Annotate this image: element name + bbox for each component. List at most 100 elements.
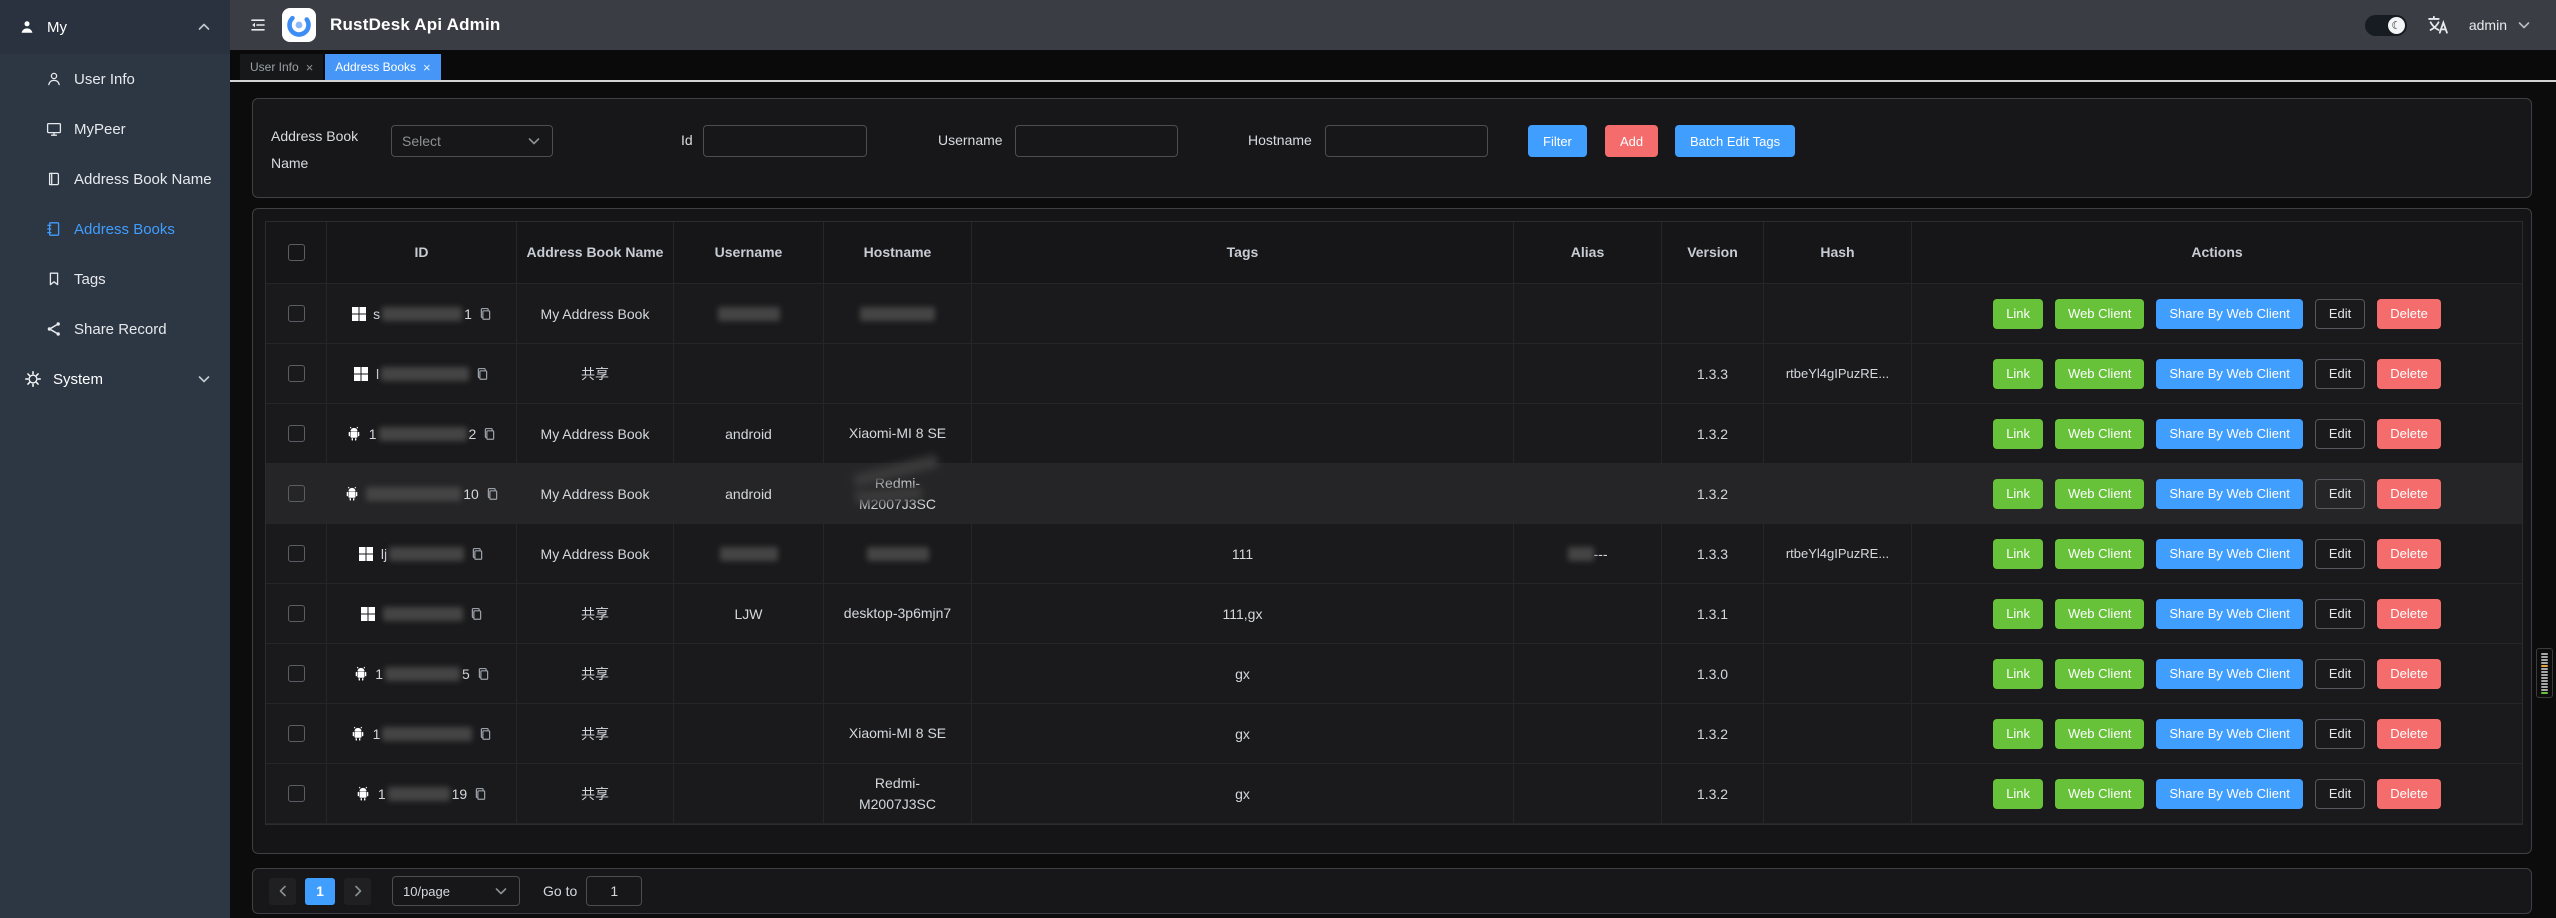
version-cell bbox=[1662, 284, 1764, 344]
edit-button[interactable]: Edit bbox=[2315, 479, 2365, 509]
share-by-web-client-button[interactable]: Share By Web Client bbox=[2156, 299, 2302, 329]
translate-icon[interactable] bbox=[2427, 14, 2449, 36]
web-client-button[interactable]: Web Client bbox=[2055, 359, 2144, 389]
copy-icon[interactable] bbox=[469, 606, 484, 622]
filter-button[interactable]: Filter bbox=[1528, 125, 1587, 157]
scroll-indicator[interactable] bbox=[2536, 648, 2553, 698]
link-button[interactable]: Link bbox=[1993, 359, 2043, 389]
delete-button[interactable]: Delete bbox=[2377, 599, 2441, 629]
web-client-button[interactable]: Web Client bbox=[2055, 299, 2144, 329]
share-by-web-client-button[interactable]: Share By Web Client bbox=[2156, 479, 2302, 509]
web-client-button[interactable]: Web Client bbox=[2055, 479, 2144, 509]
page-size-select[interactable]: 10/page bbox=[392, 876, 520, 906]
row-checkbox[interactable] bbox=[288, 425, 305, 442]
sidebar-group-label: My bbox=[47, 19, 67, 36]
link-button[interactable]: Link bbox=[1993, 299, 2043, 329]
sidebar-item-address-books[interactable]: Address Books bbox=[0, 204, 230, 254]
sidebar-item-share-record[interactable]: Share Record bbox=[0, 304, 230, 354]
edit-button[interactable]: Edit bbox=[2315, 539, 2365, 569]
close-icon[interactable]: × bbox=[306, 61, 314, 74]
row-checkbox[interactable] bbox=[288, 485, 305, 502]
delete-button[interactable]: Delete bbox=[2377, 419, 2441, 449]
row-checkbox[interactable] bbox=[288, 545, 305, 562]
delete-button[interactable]: Delete bbox=[2377, 539, 2441, 569]
copy-icon[interactable] bbox=[473, 786, 488, 802]
row-checkbox[interactable] bbox=[288, 785, 305, 802]
edit-button[interactable]: Edit bbox=[2315, 719, 2365, 749]
sidebar-item-mypeer[interactable]: MyPeer bbox=[0, 104, 230, 154]
edit-button[interactable]: Edit bbox=[2315, 419, 2365, 449]
link-button[interactable]: Link bbox=[1993, 659, 2043, 689]
link-button[interactable]: Link bbox=[1993, 779, 2043, 809]
edit-button[interactable]: Edit bbox=[2315, 779, 2365, 809]
sidebar-item-tags[interactable]: Tags bbox=[0, 254, 230, 304]
sidebar-collapse-icon[interactable] bbox=[248, 15, 268, 35]
delete-button[interactable]: Delete bbox=[2377, 299, 2441, 329]
theme-toggle[interactable]: ☾ bbox=[2365, 15, 2407, 36]
copy-icon[interactable] bbox=[476, 666, 491, 682]
delete-button[interactable]: Delete bbox=[2377, 659, 2441, 689]
share-by-web-client-button[interactable]: Share By Web Client bbox=[2156, 719, 2302, 749]
page-number-button[interactable]: 1 bbox=[305, 878, 335, 905]
address-book-name-cell: 共享 bbox=[517, 704, 674, 764]
next-page-button[interactable] bbox=[344, 878, 371, 905]
tags-cell: 111 bbox=[972, 524, 1514, 584]
tab-address-books[interactable]: Address Books× bbox=[325, 54, 440, 80]
share-by-web-client-button[interactable]: Share By Web Client bbox=[2156, 659, 2302, 689]
hostname-input[interactable] bbox=[1325, 125, 1488, 157]
close-icon[interactable]: × bbox=[423, 61, 431, 74]
link-button[interactable]: Link bbox=[1993, 719, 2043, 749]
row-checkbox[interactable] bbox=[288, 725, 305, 742]
sidebar-item-system[interactable]: System bbox=[0, 354, 230, 404]
share-by-web-client-button[interactable]: Share By Web Client bbox=[2156, 779, 2302, 809]
share-by-web-client-button[interactable]: Share By Web Client bbox=[2156, 359, 2302, 389]
edit-button[interactable]: Edit bbox=[2315, 659, 2365, 689]
copy-icon[interactable] bbox=[470, 546, 485, 562]
sidebar-item-address-book-name[interactable]: Address Book Name bbox=[0, 154, 230, 204]
delete-button[interactable]: Delete bbox=[2377, 779, 2441, 809]
link-button[interactable]: Link bbox=[1993, 479, 2043, 509]
web-client-button[interactable]: Web Client bbox=[2055, 659, 2144, 689]
delete-button[interactable]: Delete bbox=[2377, 479, 2441, 509]
share-by-web-client-button[interactable]: Share By Web Client bbox=[2156, 539, 2302, 569]
row-checkbox[interactable] bbox=[288, 365, 305, 382]
link-button[interactable]: Link bbox=[1993, 599, 2043, 629]
select-all-checkbox[interactable] bbox=[288, 244, 305, 261]
version-cell: 1.3.3 bbox=[1662, 344, 1764, 404]
row-checkbox[interactable] bbox=[288, 665, 305, 682]
copy-icon[interactable] bbox=[475, 366, 490, 382]
web-client-button[interactable]: Web Client bbox=[2055, 539, 2144, 569]
link-button[interactable]: Link bbox=[1993, 539, 2043, 569]
web-client-button[interactable]: Web Client bbox=[2055, 419, 2144, 449]
user-menu[interactable]: admin bbox=[2469, 17, 2532, 34]
sidebar-item-user-info[interactable]: User Info bbox=[0, 54, 230, 104]
share-by-web-client-button[interactable]: Share By Web Client bbox=[2156, 599, 2302, 629]
share-by-web-client-button[interactable]: Share By Web Client bbox=[2156, 419, 2302, 449]
username-cell: android bbox=[674, 404, 824, 464]
prev-page-button[interactable] bbox=[269, 878, 296, 905]
batch-edit-tags-button[interactable]: Batch Edit Tags bbox=[1675, 125, 1795, 157]
address-book-name-cell: 共享 bbox=[517, 644, 674, 704]
copy-icon[interactable] bbox=[478, 306, 493, 322]
edit-button[interactable]: Edit bbox=[2315, 359, 2365, 389]
delete-button[interactable]: Delete bbox=[2377, 359, 2441, 389]
copy-icon[interactable] bbox=[485, 486, 500, 502]
web-client-button[interactable]: Web Client bbox=[2055, 599, 2144, 629]
row-checkbox[interactable] bbox=[288, 605, 305, 622]
row-checkbox[interactable] bbox=[288, 305, 305, 322]
add-button[interactable]: Add bbox=[1605, 125, 1658, 157]
sidebar-group-my[interactable]: My bbox=[0, 0, 230, 54]
edit-button[interactable]: Edit bbox=[2315, 599, 2365, 629]
tab-user-info[interactable]: User Info× bbox=[240, 54, 323, 80]
copy-icon[interactable] bbox=[482, 426, 497, 442]
username-input[interactable] bbox=[1015, 125, 1178, 157]
id-input[interactable] bbox=[703, 125, 867, 157]
delete-button[interactable]: Delete bbox=[2377, 719, 2441, 749]
goto-page-input[interactable] bbox=[586, 876, 642, 906]
web-client-button[interactable]: Web Client bbox=[2055, 779, 2144, 809]
address-book-name-select[interactable]: Select bbox=[391, 125, 553, 157]
link-button[interactable]: Link bbox=[1993, 419, 2043, 449]
copy-icon[interactable] bbox=[478, 726, 493, 742]
web-client-button[interactable]: Web Client bbox=[2055, 719, 2144, 749]
edit-button[interactable]: Edit bbox=[2315, 299, 2365, 329]
